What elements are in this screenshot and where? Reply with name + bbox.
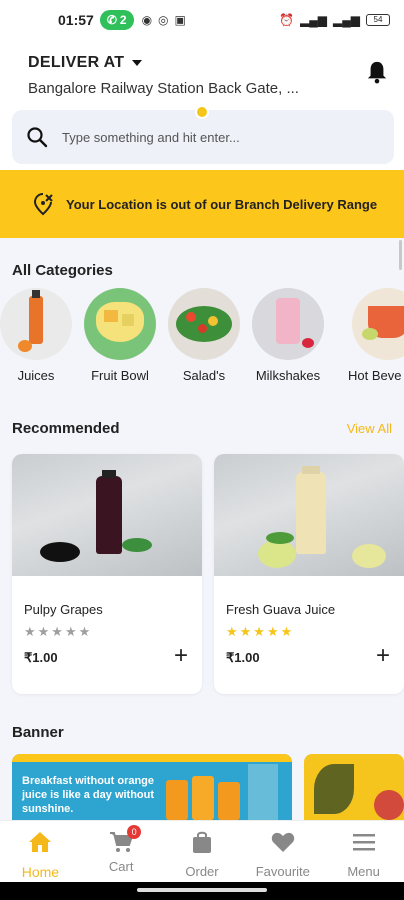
category-image	[252, 288, 324, 360]
product-rating-stars: ★★★★★	[24, 624, 93, 639]
status-time: 01:57	[58, 12, 94, 28]
category-label: Fruit Bowl	[91, 368, 149, 383]
category-label: Juices	[17, 368, 55, 383]
bell-icon[interactable]	[366, 60, 388, 84]
status-right: ⏰ ▂▄▆ ▂▄▆ 54	[279, 13, 390, 27]
caret-down-icon	[132, 60, 143, 66]
cart-badge: 0	[127, 825, 142, 839]
category-image	[352, 288, 404, 360]
nav-menu[interactable]: Menu	[323, 821, 404, 882]
heart-icon	[271, 832, 294, 852]
delivery-address[interactable]: Bangalore Railway Station Back Gate, ...	[28, 80, 299, 97]
category-item-hot-beverages[interactable]: Hot Beve	[346, 288, 404, 383]
nav-label: Order	[185, 864, 219, 879]
wifi-icon: ▂▄▆	[333, 13, 360, 27]
banner-text: Breakfast without orange juice is like a…	[22, 775, 155, 815]
category-label: Milkshakes	[255, 368, 321, 383]
product-price: ₹1.00	[24, 650, 58, 665]
nav-label: Cart	[108, 859, 134, 874]
add-to-cart-button[interactable]: +	[174, 644, 188, 668]
nav-label: Menu	[347, 864, 380, 879]
deliver-at-selector[interactable]: DELIVER AT	[28, 54, 143, 72]
alarm-icon: ⏰	[279, 13, 295, 27]
floating-indicator	[195, 105, 209, 119]
banner-title: Banner	[12, 724, 64, 741]
scrollbar[interactable]	[399, 240, 402, 270]
home-icon	[29, 832, 52, 852]
categories-list[interactable]: Juices Fruit Bowl Salad's Milkshakes Hot…	[0, 288, 404, 388]
delivery-range-alert: Your Location is out of our Branch Deliv…	[0, 170, 404, 238]
category-item-juices[interactable]: Juices	[0, 288, 78, 383]
category-item-milkshakes[interactable]: Milkshakes	[246, 288, 330, 383]
system-navigation-bar	[0, 882, 404, 900]
category-item-fruit-bowl[interactable]: Fruit Bowl	[78, 288, 162, 383]
alert-message: Your Location is out of our Branch Deliv…	[66, 196, 378, 212]
product-rating-stars: ★★★★★	[226, 624, 295, 639]
phone-icon: ✆	[106, 13, 117, 27]
discord-icon: ◉	[141, 13, 153, 27]
search-icon	[27, 127, 48, 148]
product-name: Fresh Guava Juice	[226, 602, 336, 617]
cart-icon: 0	[109, 825, 142, 853]
deliver-at-label: DELIVER AT	[28, 54, 125, 71]
recommended-title: Recommended	[12, 420, 120, 437]
nav-home[interactable]: Home	[0, 821, 81, 882]
product-name: Pulpy Grapes	[24, 602, 103, 617]
search-input[interactable]	[62, 129, 362, 145]
promo-banner-secondary[interactable]	[304, 754, 404, 820]
product-price: ₹1.00	[226, 650, 260, 665]
product-image	[12, 454, 202, 576]
category-image	[168, 288, 240, 360]
category-label: Salad's	[182, 368, 226, 383]
categories-title: All Categories	[12, 262, 113, 279]
app-header: DELIVER AT Bangalore Railway Station Bac…	[0, 40, 404, 170]
add-to-cart-button[interactable]: +	[376, 644, 390, 668]
category-image	[84, 288, 156, 360]
bottom-navigation: Home 0 Cart Order Favourite Menu	[0, 820, 404, 882]
view-all-link[interactable]: View All	[347, 421, 392, 436]
notification-icons: ◉ ◎ ▣	[142, 13, 186, 27]
product-card-pulpy-grapes[interactable]: Pulpy Grapes ★★★★★ ₹1.00 +	[12, 454, 202, 694]
product-image	[214, 454, 404, 576]
nav-order[interactable]: Order	[162, 821, 243, 882]
instagram-icon: ◎	[158, 13, 169, 27]
location-off-icon	[33, 193, 53, 216]
battery-level: 54	[373, 15, 383, 24]
status-bar: 01:57 ✆ 2 ◉ ◎ ▣ ⏰ ▂▄▆ ▂▄▆ 54	[0, 0, 404, 40]
app-icon: ▣	[174, 13, 186, 27]
call-indicator: ✆ 2	[99, 10, 134, 30]
battery-icon: 54	[366, 14, 390, 26]
category-image	[0, 288, 72, 360]
bag-icon	[192, 831, 211, 853]
menu-icon	[352, 834, 375, 851]
signal-icon: ▂▄▆	[300, 13, 328, 27]
product-card-fresh-guava-juice[interactable]: Fresh Guava Juice ★★★★★ ₹1.00 +	[214, 454, 404, 694]
category-label: Hot Beve	[348, 368, 402, 383]
call-count: 2	[119, 13, 127, 27]
nav-favourite[interactable]: Favourite	[242, 821, 323, 882]
nav-label: Favourite	[255, 864, 310, 879]
home-gesture-pill[interactable]	[137, 888, 267, 892]
category-item-salads[interactable]: Salad's	[162, 288, 246, 383]
nav-label: Home	[21, 864, 60, 880]
nav-cart[interactable]: 0 Cart	[81, 821, 162, 882]
promo-banner-orange-juice[interactable]: Breakfast without orange juice is like a…	[12, 754, 292, 820]
